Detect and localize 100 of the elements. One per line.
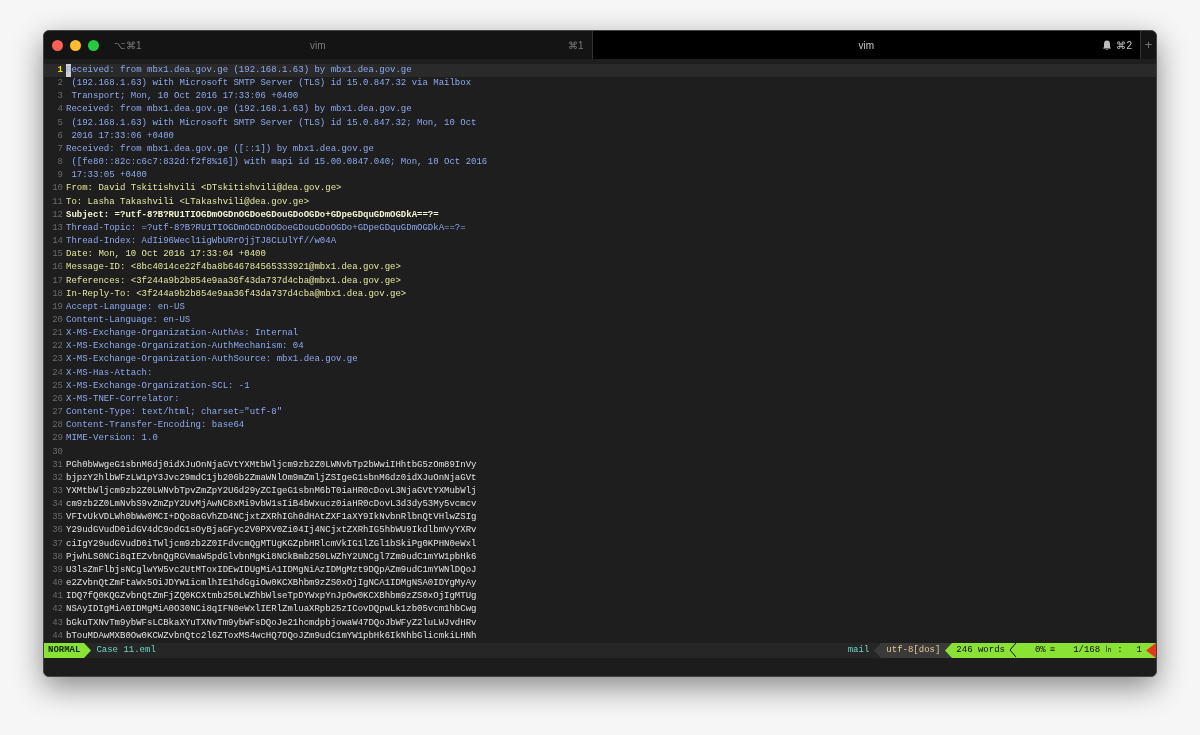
- line-number: 42: [51, 603, 64, 617]
- line-number: 44: [51, 629, 64, 643]
- separator-arrow-icon: [874, 642, 882, 658]
- line-number: 29: [51, 432, 64, 446]
- line-number: 35: [51, 511, 64, 525]
- line-number: 8: [56, 156, 64, 170]
- code-line: IDQ7fQ0KQGZvbnQtZmFjZQ0KCXtmb250LWZhbWlseTpDYWxpYnJpOw0KCXBhbm9zZS0xOjIgMTUg: [66, 590, 477, 604]
- scroll-percent: 0%: [1034, 643, 1046, 657]
- line-number: 5: [56, 116, 64, 130]
- tab-shortcut: ⌘2: [1116, 38, 1132, 53]
- code-line: 2016 17:33:06 +0400: [70, 129, 175, 143]
- code-line: VFIvUkVDLWh0bWw0MCI+DQo8aGVhZD4NCjxtZXRhIGh0dHAtZXF1aXY9IkNvbnRlbnQtVHlwZSIg: [66, 511, 477, 525]
- file-name: Case 11.eml: [95, 643, 157, 657]
- line-number: 33: [51, 485, 64, 498]
- line-number: 43: [51, 616, 64, 630]
- code-line: Thread-Topic: =?utf-8?B?RU1TIOGDmOGDnOGDoeGDouGDoOGDo+GDpeGDquGDmOGDkA==?=: [66, 221, 466, 235]
- code-line: Received: from mbx1.dea.gov.ge ([::1]) by mbx1.dea.gov.ge: [66, 142, 374, 156]
- code-line: Content-Transfer-Encoding: base64: [66, 419, 245, 433]
- line-number: 30: [51, 445, 64, 459]
- line-number: 14: [51, 235, 64, 249]
- code-line: Accept-Language: en-US: [66, 300, 185, 314]
- code-line: X-MS-Has-Attach:: [66, 366, 153, 380]
- file-type: mail: [846, 643, 871, 657]
- line-number: 37: [51, 537, 64, 551]
- code-line: Date: Mon, 10 Oct 2016 17:33:04 +0400: [66, 248, 266, 262]
- line-number: 15: [51, 248, 64, 262]
- line-number: 28: [51, 419, 64, 433]
- line-number: 32: [51, 471, 64, 485]
- percent-glyph: ≡: [1049, 643, 1056, 657]
- line-number: 4: [56, 103, 64, 117]
- code-line: References: <3f244a9b2b854e9aa36f43da737d4cba@mbx1.dea.gov.ge>: [66, 274, 401, 288]
- code-line: X-MS-Exchange-Organization-SCL: -1: [66, 379, 250, 393]
- code-line: X-MS-Exchange-Organization-AuthAs: Internal: [66, 327, 299, 341]
- position-separator: :: [1117, 643, 1123, 657]
- code-line: To: Lasha Takashvili <LTakashvili@dea.gov.ge>: [66, 195, 310, 209]
- line-number: 27: [51, 406, 64, 420]
- separator-chevron-icon: [1008, 643, 1017, 658]
- code-line: ([fe80::82c:c6c7:832d:f2f8%16]) with mapi id 15.00.0847.040; Mon, 10 Oct 2016: [70, 156, 488, 170]
- line-number: 40: [51, 577, 64, 591]
- terminal-tab[interactable]: vim ⌘2: [592, 31, 1140, 59]
- code-line: X-MS-Exchange-Organization-AuthMechanism: 04: [66, 340, 304, 354]
- code-line: bjpzY2hlbWFzLW1pY3Jvc29mdC1jb206b2ZmaWNlOm9mZmljZSIgeG1sbnM6dz0idXJuOnNjaGVt: [66, 471, 477, 485]
- tab-title: vim: [309, 38, 326, 53]
- line-glyph: ㏑: [1104, 643, 1114, 657]
- line-number: 22: [51, 340, 64, 354]
- line-number: 12: [51, 208, 64, 222]
- new-tab-button[interactable]: +: [1140, 31, 1156, 59]
- cursor-column: 1: [1136, 642, 1142, 658]
- tab-shortcut: ⌥⌘1: [114, 38, 142, 53]
- code-line: NSAyIDIgMiA0IDMgMiA0O30NCi8qIFN0eWxlIERlZmluaXRpb25zICovDQpwLk1zb05vcm1hbCwg: [66, 603, 477, 617]
- code-line: bTouMDAwMXB0Ow0KCWZvbnQtc2l6ZToxMS4wcHQ7DQoJZm9udC1mYW1pbHk6IkNhbGlicmkiLHNh: [66, 629, 477, 643]
- line-number: 26: [51, 392, 64, 406]
- code-line: From: David Tskitishvili <DTskitishvili@dea.gov.ge>: [66, 182, 342, 196]
- line-number: 31: [51, 458, 64, 472]
- tab-shortcut: ⌘1: [567, 38, 584, 53]
- line-number: 38: [51, 550, 64, 564]
- code-line: MIME-Version: 1.0: [66, 432, 158, 446]
- code-line: U3lsZmFlbjsNCglwYW5vc2UtMToxIDEwIDUgMiA1IDMgNiAzIDMgMzt9DQpAZm9udC1mYWNlDQoJ: [66, 563, 477, 577]
- separator-arrow-icon: [84, 642, 92, 658]
- line-number: 17: [51, 274, 64, 288]
- word-count: 246 words: [956, 643, 1005, 657]
- line-number: 18: [51, 287, 64, 301]
- code-line: (192.168.1.63) with Microsoft SMTP Server (TLS) id 15.0.847.32 via Mailbox: [70, 77, 472, 91]
- line-number: 39: [51, 563, 64, 577]
- line-number: 11: [51, 195, 64, 209]
- line-number: 7: [56, 142, 64, 156]
- code-line: Content-Type: text/html; charset="utf-8": [66, 406, 283, 420]
- code-line: In-Reply-To: <3f244a9b2b854e9aa36f43da737d4cba@mbx1.dea.gov.ge>: [66, 287, 407, 301]
- code-line: (192.168.1.63) with Microsoft SMTP Server (TLS) id 15.0.847.32; Mon, 10 Oct: [70, 116, 477, 130]
- line-number: 1: [56, 64, 64, 77]
- code-line: e2ZvbnQtZmFtaWx5OiJDYW1icmlhIE1hdGgiOw0KCXBhbm9zZS0xOjIgNCA1IDMgNSA0IDYgMyAy: [66, 577, 477, 591]
- code-line: 17:33:05 +0400: [70, 169, 147, 183]
- code-line: Thread-Index: AdIi96Wecl1igWbURrOjjTJ8CLUlYf//w04A: [66, 235, 337, 249]
- line-number: 19: [51, 300, 64, 314]
- cursor-position: 1/168: [1073, 643, 1101, 657]
- code-line: X-MS-TNEF-Correlator:: [66, 392, 180, 406]
- tab-title: vim: [858, 38, 875, 53]
- line-number: 25: [51, 379, 64, 393]
- code-line: ciIgY29udGVudD0iTWljcm9zb2Z0IFdvcmQgMTUgKGZpbHRlcmVkIG1lZGl1bSkiPg0KPHN0eWxl: [66, 537, 477, 551]
- code-line: PGh0bWwgeG1sbnM6dj0idXJuOnNjaGVtYXMtbWljcm9zb2Z0LWNvbTp2bWwiIHhtbG5zOm89InVy: [66, 458, 477, 472]
- line-number: 10: [51, 182, 64, 196]
- code-line: Transport; Mon, 10 Oct 2016 17:33:06 +0400: [70, 90, 299, 104]
- code-line: X-MS-Exchange-Organization-AuthSource: mbx1.dea.gov.ge: [66, 353, 358, 367]
- line-number: 9: [56, 169, 64, 183]
- terminal-tab[interactable]: ⌥⌘1 vim ⌘1: [44, 31, 593, 59]
- line-number: 24: [51, 366, 64, 380]
- line-number: 23: [51, 353, 64, 367]
- line-number: 21: [51, 327, 64, 341]
- code-line: PjwhLS0NCi8qIEZvbnQgRGVmaW5pdGlvbnMgKi8NCkBmb250LWZhY2UNCgl7Zm9udC1mYW1pbHk6: [66, 550, 477, 564]
- line-number: 36: [51, 524, 64, 538]
- code-line: Content-Language: en-US: [66, 313, 191, 327]
- line-number: 34: [51, 498, 64, 512]
- code-line: Received: from mbx1.dea.gov.ge (192.168.1.63) by mbx1.dea.gov.ge: [66, 103, 412, 117]
- line-number: 2: [56, 77, 64, 91]
- line-number: 13: [51, 221, 64, 235]
- minimize-window-button[interactable]: [70, 39, 81, 51]
- close-window-button[interactable]: [52, 39, 63, 51]
- maximize-window-button[interactable]: [88, 39, 99, 51]
- line-number: 16: [51, 261, 64, 275]
- code-line: Message-ID: <8bc4014ce22f4ba8b646784565333921@mbx1.dea.gov.ge>: [66, 261, 401, 275]
